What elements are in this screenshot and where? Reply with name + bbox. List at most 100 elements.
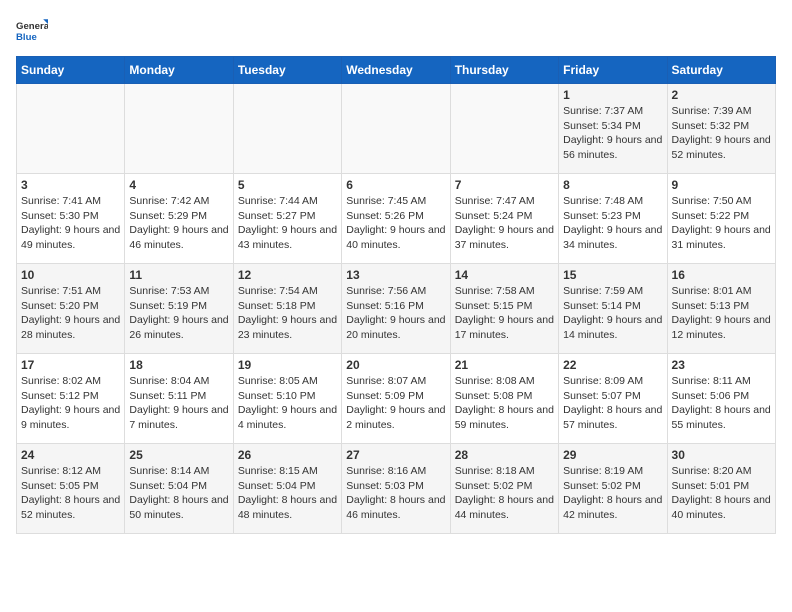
day-info: Sunrise: 7:47 AM Sunset: 5:24 PM Dayligh… — [455, 194, 554, 253]
day-cell: 18 Sunrise: 8:04 AM Sunset: 5:11 PM Dayli… — [125, 354, 233, 444]
day-cell — [125, 84, 233, 174]
day-number: 18 — [129, 358, 228, 372]
day-number: 14 — [455, 268, 554, 282]
day-cell: 11 Sunrise: 7:53 AM Sunset: 5:19 PM Dayli… — [125, 264, 233, 354]
logo-icon: General Blue — [16, 16, 48, 48]
day-cell: 30 Sunrise: 8:20 AM Sunset: 5:01 PM Dayli… — [667, 444, 775, 534]
day-number: 25 — [129, 448, 228, 462]
header-cell-sunday: Sunday — [17, 57, 125, 84]
day-number: 21 — [455, 358, 554, 372]
day-number: 6 — [346, 178, 445, 192]
header-cell-thursday: Thursday — [450, 57, 558, 84]
svg-text:Blue: Blue — [16, 32, 37, 43]
day-number: 9 — [672, 178, 771, 192]
day-info: Sunrise: 7:41 AM Sunset: 5:30 PM Dayligh… — [21, 194, 120, 253]
day-info: Sunrise: 7:42 AM Sunset: 5:29 PM Dayligh… — [129, 194, 228, 253]
day-cell: 14 Sunrise: 7:58 AM Sunset: 5:15 PM Dayli… — [450, 264, 558, 354]
day-number: 16 — [672, 268, 771, 282]
day-number: 7 — [455, 178, 554, 192]
day-number: 24 — [21, 448, 120, 462]
header-cell-wednesday: Wednesday — [342, 57, 450, 84]
day-info: Sunrise: 7:48 AM Sunset: 5:23 PM Dayligh… — [563, 194, 662, 253]
day-cell: 28Sunrise: 8:18 AM Sunset: 5:02 PM Dayli… — [450, 444, 558, 534]
header-cell-friday: Friday — [559, 57, 667, 84]
day-info: Sunrise: 8:09 AM Sunset: 5:07 PM Dayligh… — [563, 374, 662, 433]
week-row-4: 17 Sunrise: 8:02 AM Sunset: 5:12 PM Dayli… — [17, 354, 776, 444]
day-info: Sunrise: 8:12 AM Sunset: 5:05 PM Dayligh… — [21, 464, 120, 523]
day-number: 17 — [21, 358, 120, 372]
day-cell: 5 Sunrise: 7:44 AM Sunset: 5:27 PM Daylig… — [233, 174, 341, 264]
day-cell — [233, 84, 341, 174]
day-number: 19 — [238, 358, 337, 372]
day-number: 29 — [563, 448, 662, 462]
day-number: 1 — [563, 88, 662, 102]
day-info: Sunrise: 8:11 AM Sunset: 5:06 PM Dayligh… — [672, 374, 771, 433]
header-cell-saturday: Saturday — [667, 57, 775, 84]
day-info: Sunrise: 7:53 AM Sunset: 5:19 PM Dayligh… — [129, 284, 228, 343]
day-cell: 15Sunrise: 7:59 AM Sunset: 5:14 PM Dayli… — [559, 264, 667, 354]
day-number: 27 — [346, 448, 445, 462]
day-cell: 19 Sunrise: 8:05 AM Sunset: 5:10 PM Dayli… — [233, 354, 341, 444]
day-cell: 4Sunrise: 7:42 AM Sunset: 5:29 PM Daylig… — [125, 174, 233, 264]
day-cell: 22 Sunrise: 8:09 AM Sunset: 5:07 PM Dayli… — [559, 354, 667, 444]
day-cell: 23Sunrise: 8:11 AM Sunset: 5:06 PM Dayli… — [667, 354, 775, 444]
day-info: Sunrise: 7:45 AM Sunset: 5:26 PM Dayligh… — [346, 194, 445, 253]
calendar-table: SundayMondayTuesdayWednesdayThursdayFrid… — [16, 56, 776, 534]
day-info: Sunrise: 8:20 AM Sunset: 5:01 PM Dayligh… — [672, 464, 771, 523]
day-cell — [450, 84, 558, 174]
day-number: 28 — [455, 448, 554, 462]
day-number: 2 — [672, 88, 771, 102]
day-cell: 20 Sunrise: 8:07 AM Sunset: 5:09 PM Dayli… — [342, 354, 450, 444]
day-info: Sunrise: 8:16 AM Sunset: 5:03 PM Dayligh… — [346, 464, 445, 523]
week-row-2: 3 Sunrise: 7:41 AM Sunset: 5:30 PM Daylig… — [17, 174, 776, 264]
day-info: Sunrise: 8:07 AM Sunset: 5:09 PM Dayligh… — [346, 374, 445, 433]
day-number: 22 — [563, 358, 662, 372]
day-cell: 3 Sunrise: 7:41 AM Sunset: 5:30 PM Daylig… — [17, 174, 125, 264]
day-info: Sunrise: 7:50 AM Sunset: 5:22 PM Dayligh… — [672, 194, 771, 253]
day-cell: 27 Sunrise: 8:16 AM Sunset: 5:03 PM Dayli… — [342, 444, 450, 534]
day-cell: 17 Sunrise: 8:02 AM Sunset: 5:12 PM Dayli… — [17, 354, 125, 444]
day-info: Sunrise: 8:04 AM Sunset: 5:11 PM Dayligh… — [129, 374, 228, 433]
week-row-3: 10Sunrise: 7:51 AM Sunset: 5:20 PM Dayli… — [17, 264, 776, 354]
day-info: Sunrise: 7:54 AM Sunset: 5:18 PM Dayligh… — [238, 284, 337, 343]
day-number: 12 — [238, 268, 337, 282]
day-info: Sunrise: 7:44 AM Sunset: 5:27 PM Dayligh… — [238, 194, 337, 253]
day-cell: 16 Sunrise: 8:01 AM Sunset: 5:13 PM Dayli… — [667, 264, 775, 354]
day-number: 10 — [21, 268, 120, 282]
day-number: 8 — [563, 178, 662, 192]
day-cell: 13 Sunrise: 7:56 AM Sunset: 5:16 PM Dayli… — [342, 264, 450, 354]
day-info: Sunrise: 8:01 AM Sunset: 5:13 PM Dayligh… — [672, 284, 771, 343]
day-cell: 8 Sunrise: 7:48 AM Sunset: 5:23 PM Daylig… — [559, 174, 667, 264]
day-number: 20 — [346, 358, 445, 372]
day-number: 3 — [21, 178, 120, 192]
day-number: 5 — [238, 178, 337, 192]
day-cell: 7 Sunrise: 7:47 AM Sunset: 5:24 PM Daylig… — [450, 174, 558, 264]
week-row-1: 1Sunrise: 7:37 AM Sunset: 5:34 PM Daylig… — [17, 84, 776, 174]
day-info: Sunrise: 8:14 AM Sunset: 5:04 PM Dayligh… — [129, 464, 228, 523]
day-cell: 9 Sunrise: 7:50 AM Sunset: 5:22 PM Daylig… — [667, 174, 775, 264]
svg-text:General: General — [16, 21, 48, 32]
day-info: Sunrise: 7:58 AM Sunset: 5:15 PM Dayligh… — [455, 284, 554, 343]
day-cell: 1Sunrise: 7:37 AM Sunset: 5:34 PM Daylig… — [559, 84, 667, 174]
day-info: Sunrise: 8:02 AM Sunset: 5:12 PM Dayligh… — [21, 374, 120, 433]
day-number: 26 — [238, 448, 337, 462]
day-number: 13 — [346, 268, 445, 282]
day-cell — [17, 84, 125, 174]
day-number: 11 — [129, 268, 228, 282]
day-cell: 10Sunrise: 7:51 AM Sunset: 5:20 PM Dayli… — [17, 264, 125, 354]
day-number: 15 — [563, 268, 662, 282]
week-row-5: 24 Sunrise: 8:12 AM Sunset: 5:05 PM Dayli… — [17, 444, 776, 534]
day-info: Sunrise: 7:56 AM Sunset: 5:16 PM Dayligh… — [346, 284, 445, 343]
day-cell: 2 Sunrise: 7:39 AM Sunset: 5:32 PM Daylig… — [667, 84, 775, 174]
day-cell: 21Sunrise: 8:08 AM Sunset: 5:08 PM Dayli… — [450, 354, 558, 444]
day-cell: 24 Sunrise: 8:12 AM Sunset: 5:05 PM Dayli… — [17, 444, 125, 534]
day-cell: 29 Sunrise: 8:19 AM Sunset: 5:02 PM Dayli… — [559, 444, 667, 534]
day-info: Sunrise: 8:19 AM Sunset: 5:02 PM Dayligh… — [563, 464, 662, 523]
day-info: Sunrise: 8:05 AM Sunset: 5:10 PM Dayligh… — [238, 374, 337, 433]
day-info: Sunrise: 7:39 AM Sunset: 5:32 PM Dayligh… — [672, 104, 771, 163]
page-header: General Blue — [16, 16, 776, 48]
logo: General Blue — [16, 16, 48, 48]
day-number: 30 — [672, 448, 771, 462]
header-cell-monday: Monday — [125, 57, 233, 84]
day-cell — [342, 84, 450, 174]
